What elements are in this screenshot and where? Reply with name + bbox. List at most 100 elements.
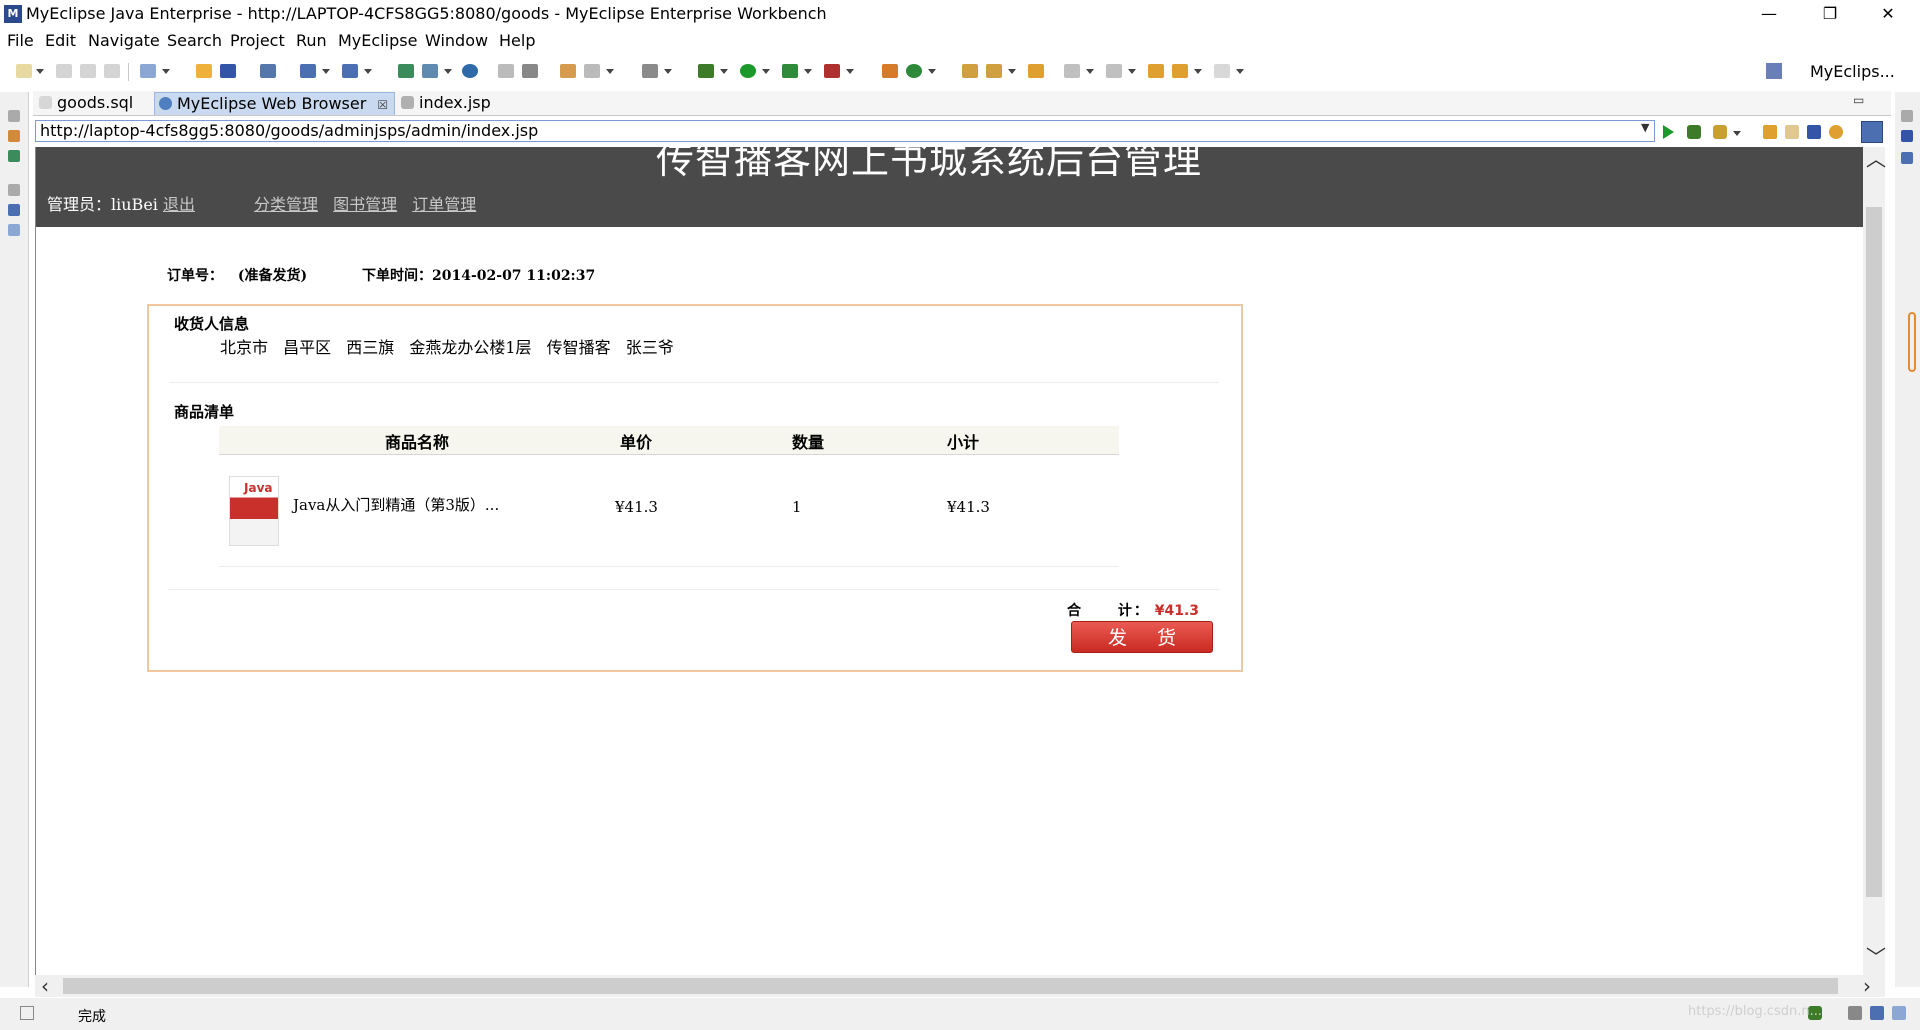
fast-view-icon[interactable]: [20, 1006, 34, 1020]
outline-icon[interactable]: [8, 204, 20, 216]
go-icon[interactable]: [1663, 125, 1674, 139]
tasks-icon[interactable]: [1901, 130, 1913, 142]
debug-target-dropdown-icon[interactable]: [606, 69, 614, 74]
new-package-dropdown-icon[interactable]: [928, 69, 936, 74]
logout-link[interactable]: 退出: [163, 195, 195, 214]
minimize-editor-icon[interactable]: ▭: [1853, 93, 1864, 107]
run-dropdown-icon[interactable]: [762, 69, 770, 74]
snippets-icon[interactable]: [8, 224, 20, 236]
url-dropdown-icon[interactable]: ▼: [1641, 121, 1649, 134]
jsp-dropdown-icon[interactable]: [444, 69, 452, 74]
restore-icon[interactable]: [1848, 1006, 1862, 1020]
ship-button[interactable]: 发货: [1071, 621, 1213, 653]
back-icon[interactable]: [1763, 125, 1777, 139]
open-resource-icon[interactable]: [986, 64, 1002, 78]
new-package-icon[interactable]: [906, 64, 922, 78]
print-icon[interactable]: [104, 64, 120, 78]
nav-book-link[interactable]: 图书管理: [333, 195, 397, 214]
horizontal-scrollbar[interactable]: ‹ ›: [35, 975, 1885, 997]
console-icon[interactable]: [642, 64, 658, 78]
tab-goods-sql[interactable]: goods.sql: [35, 92, 133, 114]
close-button[interactable]: ✕: [1865, 0, 1911, 28]
menu-project[interactable]: Project: [230, 31, 285, 50]
maximize-button[interactable]: ❐: [1807, 0, 1853, 28]
external-tools-icon[interactable]: [824, 64, 840, 78]
open-type-icon[interactable]: [300, 64, 316, 78]
side-drag-handle[interactable]: [1908, 312, 1916, 372]
task-icon[interactable]: [560, 64, 576, 78]
debug-icon[interactable]: [698, 64, 714, 78]
next-annotation-icon[interactable]: [1064, 64, 1080, 78]
console-dropdown-icon[interactable]: [664, 69, 672, 74]
forward-icon[interactable]: [1785, 125, 1799, 139]
menu-myeclipse[interactable]: MyEclipse: [338, 31, 417, 50]
refresh-icon[interactable]: [1829, 125, 1843, 139]
prev-annotation-dropdown-icon[interactable]: [1128, 69, 1136, 74]
search-icon[interactable]: [342, 64, 358, 78]
package-icon[interactable]: [196, 64, 212, 78]
debug-target-icon[interactable]: [584, 64, 600, 78]
forward-dropdown-icon[interactable]: [1236, 69, 1244, 74]
next-annotation-dropdown-icon[interactable]: [1086, 69, 1094, 74]
run-config-icon[interactable]: [782, 64, 798, 78]
run-config-dropdown-icon[interactable]: [804, 69, 812, 74]
new-project-dropdown-icon[interactable]: [162, 69, 170, 74]
menu-search[interactable]: Search: [167, 31, 222, 50]
menu-run[interactable]: Run: [296, 31, 327, 50]
annotation-icon[interactable]: [1028, 64, 1044, 78]
nav-order-link[interactable]: 订单管理: [412, 195, 476, 214]
scroll-left-icon[interactable]: ‹: [41, 976, 49, 996]
menu-help[interactable]: Help: [499, 31, 535, 50]
outline-view-icon[interactable]: [1901, 152, 1913, 164]
tools-dropdown-icon[interactable]: [1733, 131, 1741, 136]
open-type-dropdown-icon[interactable]: [322, 69, 330, 74]
forward-icon[interactable]: [1214, 64, 1230, 78]
search-dropdown-icon[interactable]: [364, 69, 372, 74]
jsp-icon[interactable]: [422, 64, 438, 78]
save-all-icon[interactable]: [80, 64, 96, 78]
nav-category-link[interactable]: 分类管理: [254, 195, 318, 214]
back-icon[interactable]: [1172, 64, 1188, 78]
new-dropdown-icon[interactable]: [36, 69, 44, 74]
open-resource-dropdown-icon[interactable]: [1008, 69, 1016, 74]
restore-icon[interactable]: [1901, 110, 1913, 122]
perspective-switcher[interactable]: MyEclips...: [1810, 62, 1895, 81]
undo-icon[interactable]: [498, 64, 514, 78]
book-cover-image[interactable]: Java: [229, 476, 279, 546]
tab-index-jsp[interactable]: index.jsp: [397, 92, 491, 114]
menu-navigate[interactable]: Navigate: [88, 31, 160, 50]
book-name[interactable]: Java从入门到精通（第3版）...: [293, 494, 499, 515]
vertical-scroll-thumb[interactable]: [1866, 207, 1882, 897]
problems-view-icon[interactable]: [1892, 1006, 1906, 1020]
url-input[interactable]: [35, 120, 1655, 142]
package-explorer-icon[interactable]: [8, 130, 20, 142]
save-icon[interactable]: [56, 64, 72, 78]
deploy-icon[interactable]: [220, 64, 236, 78]
tools-icon[interactable]: [1713, 125, 1727, 139]
tab-web-browser[interactable]: MyEclipse Web Browser ☒: [154, 92, 396, 115]
run-icon[interactable]: [740, 64, 756, 78]
restore-icon[interactable]: [8, 110, 20, 122]
stop-icon[interactable]: [1807, 125, 1821, 139]
back-dropdown-icon[interactable]: [1194, 69, 1202, 74]
menu-edit[interactable]: Edit: [45, 31, 76, 50]
prev-annotation-icon[interactable]: [1106, 64, 1122, 78]
menu-file[interactable]: File: [7, 31, 34, 50]
scroll-up-icon[interactable]: ︿: [1866, 149, 1886, 169]
new-icon[interactable]: [16, 64, 32, 78]
new-project-icon[interactable]: [140, 64, 156, 78]
horizontal-scroll-thumb[interactable]: [63, 978, 1838, 994]
menu-window[interactable]: Window: [425, 31, 488, 50]
refresh-icon[interactable]: [522, 64, 538, 78]
last-edit-icon[interactable]: [1148, 64, 1164, 78]
scroll-right-icon[interactable]: ›: [1863, 976, 1871, 996]
close-tab-icon[interactable]: ☒: [377, 98, 388, 112]
console-view-icon[interactable]: [1870, 1006, 1884, 1020]
open-folder-icon[interactable]: [962, 64, 978, 78]
globe-icon[interactable]: [462, 64, 478, 78]
new-class-icon[interactable]: [882, 64, 898, 78]
hierarchy-icon[interactable]: [8, 150, 20, 162]
scroll-down-icon[interactable]: ﹀: [1866, 947, 1886, 967]
server-icon[interactable]: [260, 64, 276, 78]
external-tools-dropdown-icon[interactable]: [846, 69, 854, 74]
